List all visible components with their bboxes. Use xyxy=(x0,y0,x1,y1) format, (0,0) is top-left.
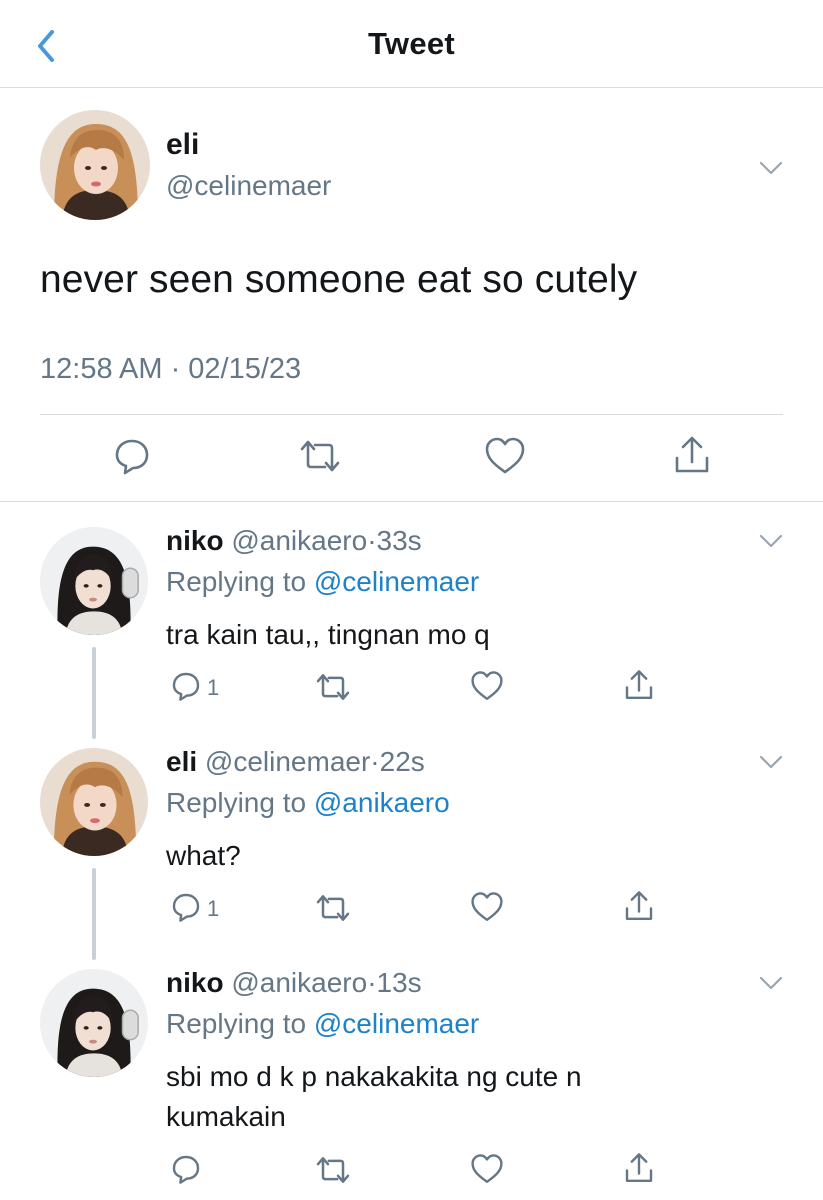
reply-header: niko @anikaero·13s xyxy=(166,967,422,999)
chevron-down-icon[interactable] xyxy=(758,975,784,991)
retweet-icon xyxy=(316,895,350,921)
retweet-button[interactable] xyxy=(314,672,352,702)
main-tweet: eli @celinemaer never seen someone eat s… xyxy=(0,88,823,502)
reply-time: 22s xyxy=(379,746,425,777)
like-icon xyxy=(471,892,503,921)
mention-link[interactable]: @celinemaer xyxy=(314,566,479,597)
like-button[interactable] xyxy=(470,670,504,702)
retweet-button[interactable] xyxy=(314,893,352,923)
share-icon xyxy=(625,891,653,921)
reply-count: 1 xyxy=(207,675,220,700)
chevron-down-icon[interactable] xyxy=(758,754,784,770)
share-icon xyxy=(625,670,653,700)
like-button[interactable] xyxy=(470,1153,504,1185)
mention-link[interactable]: @anikaero xyxy=(314,787,450,818)
avatar[interactable] xyxy=(40,527,148,635)
like-icon xyxy=(485,437,525,474)
author-handle[interactable]: @anikaero xyxy=(231,525,367,556)
like-icon xyxy=(471,1154,503,1183)
reply-button[interactable] xyxy=(112,436,152,476)
comment-icon xyxy=(172,672,200,701)
reply-header: niko @anikaero·33s xyxy=(166,525,422,557)
reply-button[interactable] xyxy=(170,891,202,923)
reply-time: 13s xyxy=(376,967,422,998)
reply-button[interactable] xyxy=(170,1153,202,1185)
replying-to: Replying to @anikaero xyxy=(166,787,450,819)
reply-count: 1 xyxy=(207,896,220,921)
page-title: Tweet xyxy=(367,26,456,61)
retweet-button[interactable] xyxy=(314,1155,352,1185)
author-name[interactable]: niko xyxy=(166,525,224,556)
author-name[interactable]: niko xyxy=(166,967,224,998)
replying-label: Replying to xyxy=(166,787,307,818)
reply-tweet[interactable]: niko @anikaero·13s Replying to @celinema… xyxy=(0,945,823,1200)
author-handle[interactable]: @celinemaer xyxy=(205,746,370,777)
replying-to: Replying to @celinemaer xyxy=(166,566,479,598)
reply-text: what? xyxy=(166,840,241,871)
avatar[interactable] xyxy=(40,748,148,856)
chevron-down-icon[interactable] xyxy=(758,160,784,176)
like-icon xyxy=(471,671,503,700)
tweet-timestamp: 12:58 AM · 02/15/23 xyxy=(40,353,302,385)
share-icon xyxy=(625,1153,653,1182)
reply-text: tra kain tau,, tingnan mo q xyxy=(166,619,490,650)
avatar[interactable] xyxy=(40,969,148,1077)
replying-label: Replying to xyxy=(166,566,307,597)
separator-dot: · xyxy=(367,525,377,556)
retweet-icon xyxy=(316,1157,350,1183)
replying-to: Replying to @celinemaer xyxy=(166,1008,479,1040)
divider xyxy=(40,414,783,415)
reply-tweet[interactable]: niko @anikaero·33s Replying to @celinema… xyxy=(0,503,823,739)
comment-icon xyxy=(115,439,149,475)
like-button[interactable] xyxy=(470,891,504,923)
separator-dot: · xyxy=(370,746,380,777)
top-nav-bar: Tweet xyxy=(0,0,823,88)
share-button[interactable] xyxy=(672,434,712,476)
share-button[interactable] xyxy=(623,889,655,923)
like-button[interactable] xyxy=(484,436,526,476)
reply-text: sbi mo d k p nakakakita ng cute n kumaka… xyxy=(166,1061,582,1132)
retweet-icon xyxy=(300,440,340,472)
author-name[interactable]: eli xyxy=(166,746,197,777)
author-name[interactable]: eli xyxy=(166,128,199,162)
mention-link[interactable]: @celinemaer xyxy=(314,1008,479,1039)
reply-time: 33s xyxy=(376,525,422,556)
reply-tweet[interactable]: eli @celinemaer·22s Replying to @anikaer… xyxy=(0,724,823,960)
reply-button[interactable] xyxy=(170,670,202,702)
author-handle[interactable]: @celinemaer xyxy=(166,170,331,202)
retweet-button[interactable] xyxy=(298,438,342,474)
comment-icon xyxy=(172,1155,200,1184)
share-icon xyxy=(675,436,709,473)
separator-dot: · xyxy=(367,967,377,998)
replying-label: Replying to xyxy=(166,1008,307,1039)
tweet-text: never seen someone eat so cutely xyxy=(40,258,638,301)
retweet-icon xyxy=(316,674,350,700)
share-button[interactable] xyxy=(623,668,655,702)
avatar[interactable] xyxy=(40,110,150,220)
author-handle[interactable]: @anikaero xyxy=(231,967,367,998)
chevron-down-icon[interactable] xyxy=(758,533,784,549)
comment-icon xyxy=(172,893,200,922)
reply-header: eli @celinemaer·22s xyxy=(166,746,425,778)
share-button[interactable] xyxy=(623,1151,655,1185)
